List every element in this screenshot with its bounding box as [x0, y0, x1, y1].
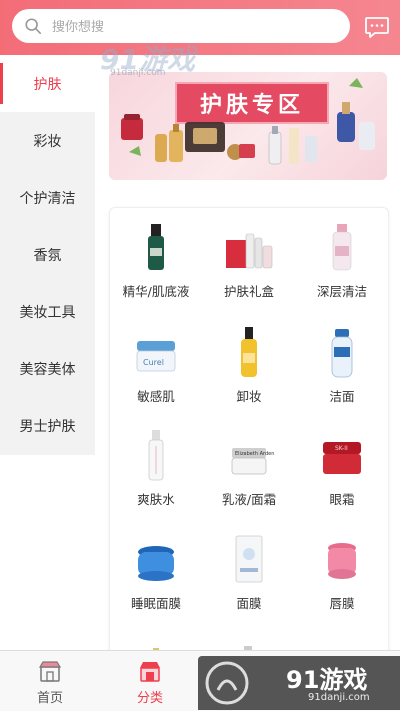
watermark-domain: 91danji.com — [110, 68, 166, 78]
category-tile[interactable]: 精华/肌底液 — [110, 208, 202, 308]
sidebar-item-skincare[interactable]: 护肤 — [0, 55, 95, 112]
category-tile[interactable]: Elizabeth Arden 乳液/面霜 — [203, 416, 295, 516]
eye-cream-jar-icon: SK-II — [323, 442, 361, 474]
sidebar-item-body-care[interactable]: 美容美体 — [0, 340, 95, 397]
category-tile[interactable]: 护肤礼盒 — [203, 208, 295, 308]
category-tile[interactable]: 爽肤水 — [110, 416, 202, 516]
chat-bubble-icon[interactable] — [364, 14, 390, 40]
category-label: 乳液/面霜 — [221, 492, 277, 507]
sheet-mask-box-icon — [235, 535, 263, 583]
search-icon — [25, 18, 42, 35]
category-sidebar: 护肤 彩妆 个护清洁 香氛 美妆工具 美容美体 男士护肤 — [0, 55, 95, 455]
sidebar-item-personal-care[interactable]: 个护清洁 — [0, 169, 95, 226]
watermark-logo-top: 91游戏 91danji.com — [100, 40, 220, 78]
sidebar-item-fragrance[interactable]: 香氛 — [0, 226, 95, 283]
serum-bottle-icon — [148, 224, 164, 270]
cleanser-pump-icon — [331, 329, 353, 378]
svg-text:Elizabeth Arden: Elizabeth Arden — [235, 451, 274, 457]
sidebar-item-label: 护肤 — [33, 76, 62, 93]
shop-icon — [38, 661, 62, 682]
category-tile[interactable]: 睡眠面膜 — [110, 520, 202, 620]
category-label: 睡眠面膜 — [130, 596, 181, 611]
category-tile[interactable]: 洁面 — [296, 313, 388, 413]
oil-bottle-icon — [241, 327, 257, 377]
category-tile[interactable]: Curel 敏感肌 — [110, 313, 202, 413]
face-cream-icon: Elizabeth Arden — [231, 448, 274, 475]
sidebar-item-label: 美容美体 — [19, 361, 76, 378]
gift-set-icon — [226, 233, 273, 269]
cream-jar-icon: Curel — [136, 341, 176, 372]
category-tile[interactable]: 深层清洁 — [296, 208, 388, 308]
sidebar-item-label: 香氛 — [33, 247, 62, 264]
sleeping-mask-jar-icon — [138, 546, 174, 581]
category-tile[interactable]: 唇膜 — [296, 520, 388, 620]
lip-mask-jar-icon — [328, 543, 356, 579]
category-tile[interactable]: SK-II 眼霜 — [296, 416, 388, 516]
sidebar-item-label: 美妆工具 — [19, 304, 76, 321]
search-input[interactable] — [50, 16, 334, 38]
category-label: 卸妆 — [236, 389, 262, 404]
tab-label: 首页 — [36, 691, 63, 706]
category-label: 精华/肌底液 — [122, 284, 190, 299]
category-label: 洁面 — [329, 389, 355, 404]
category-tile[interactable]: 卸妆 — [203, 313, 295, 413]
category-grid: 精华/肌底液 护肤礼盒 深层清洁 Curel 敏感肌 卸妆 洁面 爽肤水 Eli… — [109, 207, 389, 650]
category-label: 唇膜 — [329, 596, 355, 611]
watermark-emblem-icon — [205, 661, 249, 705]
category-tile[interactable]: 面膜 — [203, 520, 295, 620]
tab-label: 分类 — [136, 691, 163, 706]
category-label: 敏感肌 — [137, 389, 175, 404]
category-label: 爽肤水 — [137, 492, 175, 507]
skincare-banner[interactable]: 护肤专区 — [109, 72, 387, 180]
tab-category[interactable]: 分类 — [100, 651, 200, 711]
category-content: 护肤专区 精华/肌底液 护肤礼盒 深层清洁 Curel 敏感肌 卸妆 洁面 爽肤… — [95, 55, 400, 650]
cleanser-bottle-icon — [332, 224, 352, 271]
svg-text:SK-II: SK-II — [335, 445, 348, 452]
svg-text:Curel: Curel — [143, 358, 164, 367]
category-store-icon — [140, 662, 160, 682]
banner-products-image — [121, 78, 375, 165]
sidebar-item-beauty-tools[interactable]: 美妆工具 — [0, 283, 95, 340]
category-label: 深层清洁 — [316, 284, 367, 299]
category-label: 护肤礼盒 — [223, 284, 274, 299]
tab-home[interactable]: 首页 — [0, 651, 100, 711]
category-label: 眼霜 — [329, 492, 355, 507]
watermark-logo-text: 91游戏 — [286, 666, 368, 694]
sidebar-empty-area — [0, 455, 95, 650]
sidebar-item-label: 男士护肤 — [19, 418, 76, 435]
watermark-logo-bottom: 91游戏 91danji.com — [198, 656, 400, 710]
sidebar-item-label: 彩妆 — [33, 133, 62, 150]
sidebar-item-makeup[interactable]: 彩妆 — [0, 112, 95, 169]
sidebar-item-label: 个护清洁 — [19, 190, 76, 207]
sidebar-item-men-skincare[interactable]: 男士护肤 — [0, 397, 95, 454]
toner-bottle-icon — [148, 430, 164, 481]
watermark-domain: 91danji.com — [308, 692, 370, 703]
category-label: 面膜 — [236, 596, 262, 611]
